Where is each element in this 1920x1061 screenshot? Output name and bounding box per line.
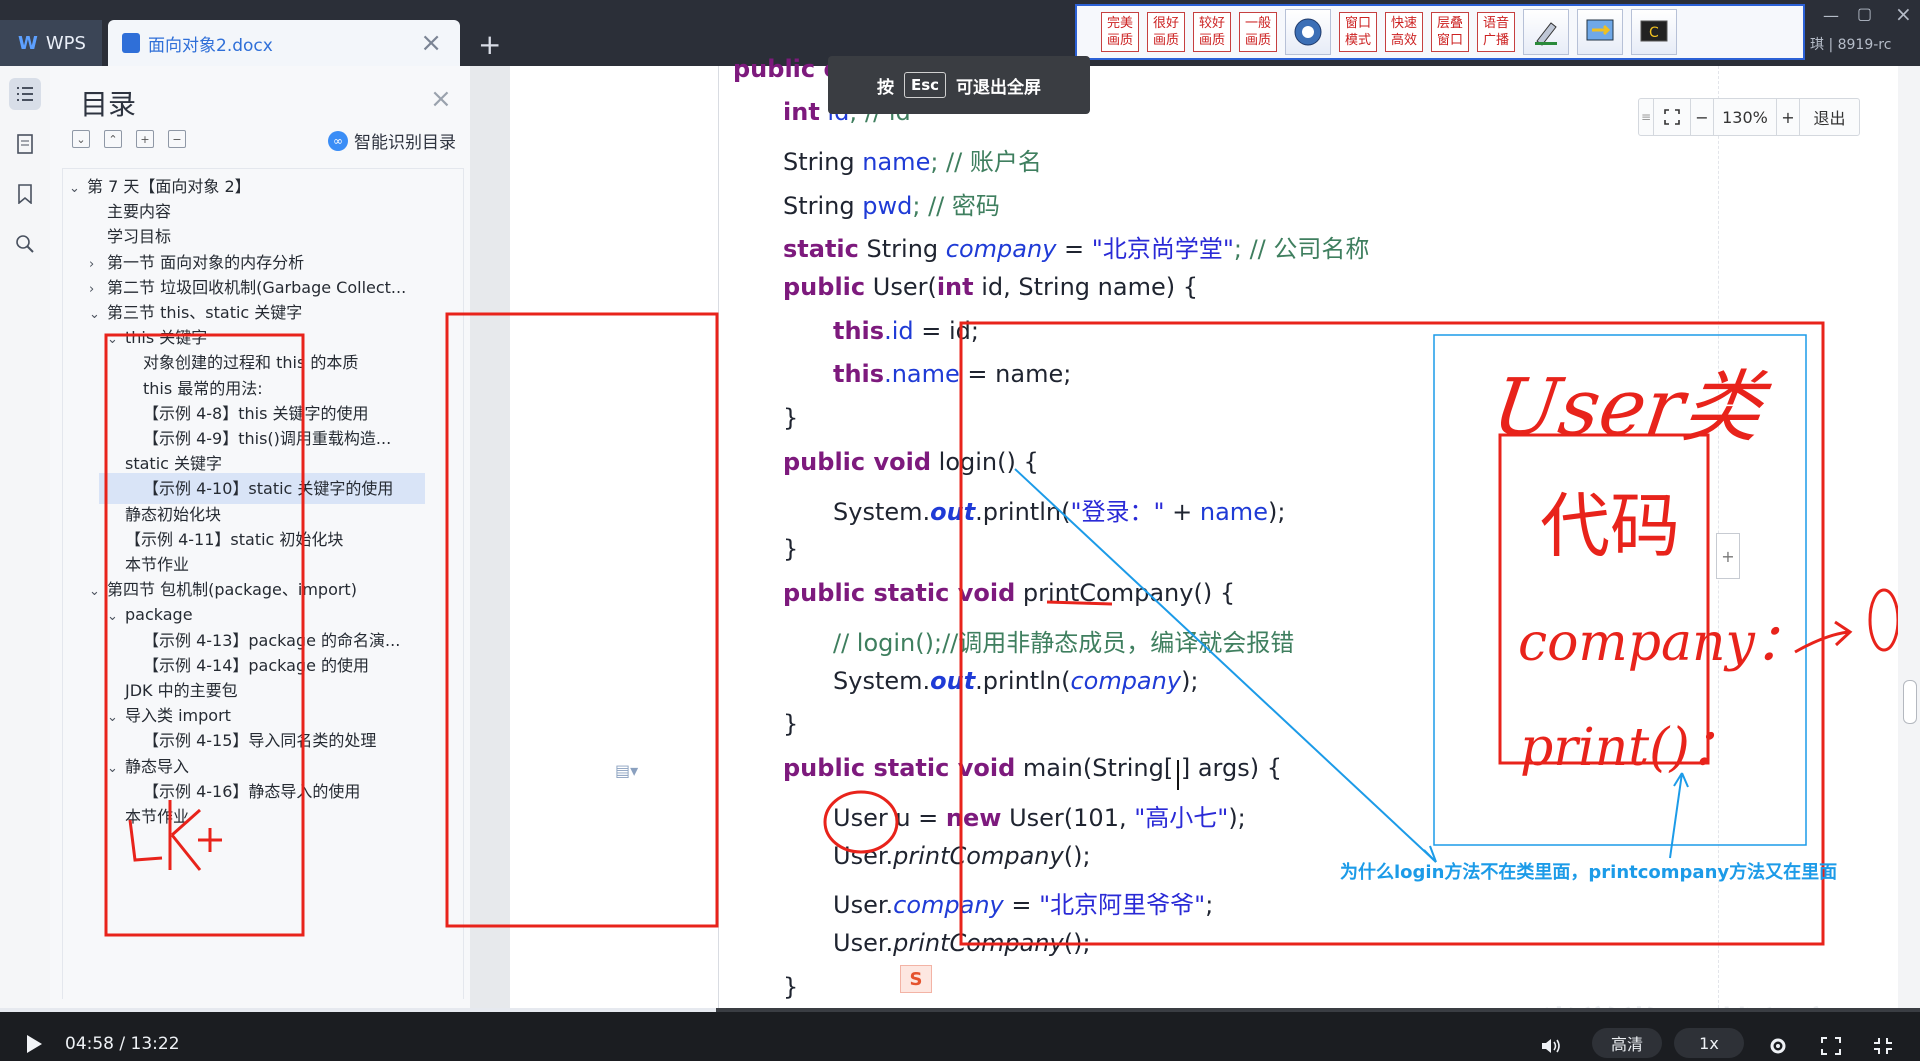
volume-icon[interactable] xyxy=(1540,1036,1562,1060)
add-note-button[interactable]: + xyxy=(1716,533,1740,579)
input-method-icon[interactable]: S xyxy=(900,965,932,993)
settings-gear-icon[interactable] xyxy=(1768,1036,1788,1060)
playback-time: 04:58 / 13:22 xyxy=(65,1034,180,1054)
annotation-circle-user xyxy=(823,790,899,854)
fullscreen-icon[interactable] xyxy=(1872,1036,1894,1060)
annotation-outline-scribble xyxy=(128,800,222,871)
quality-button[interactable]: 高清 xyxy=(1592,1028,1662,1058)
annotation-rect-outline xyxy=(104,333,305,937)
annotation-print-label: print()： xyxy=(1520,718,1742,778)
speed-button[interactable]: 1x xyxy=(1674,1028,1744,1058)
scrollbar-thumb[interactable] xyxy=(1903,680,1917,724)
annotation-question: 为什么login方法不在类里面，printcompany方法又在里面 xyxy=(1340,862,1838,883)
vertical-scrollbar[interactable] xyxy=(1898,66,1920,1013)
annotation-rect-left-page xyxy=(445,312,719,928)
annotation-underline xyxy=(1046,600,1113,606)
play-icon[interactable] xyxy=(24,1034,44,1058)
picture-in-picture-icon[interactable] xyxy=(1820,1036,1842,1060)
annotation-company-label: company： xyxy=(1518,613,1807,673)
annotation-arrow-login xyxy=(1014,468,1437,863)
annotation-code-label: 代码 xyxy=(1540,485,1680,567)
annotation-user-class: User类 xyxy=(1487,363,1768,453)
annotation-zero-mark xyxy=(1868,588,1900,652)
